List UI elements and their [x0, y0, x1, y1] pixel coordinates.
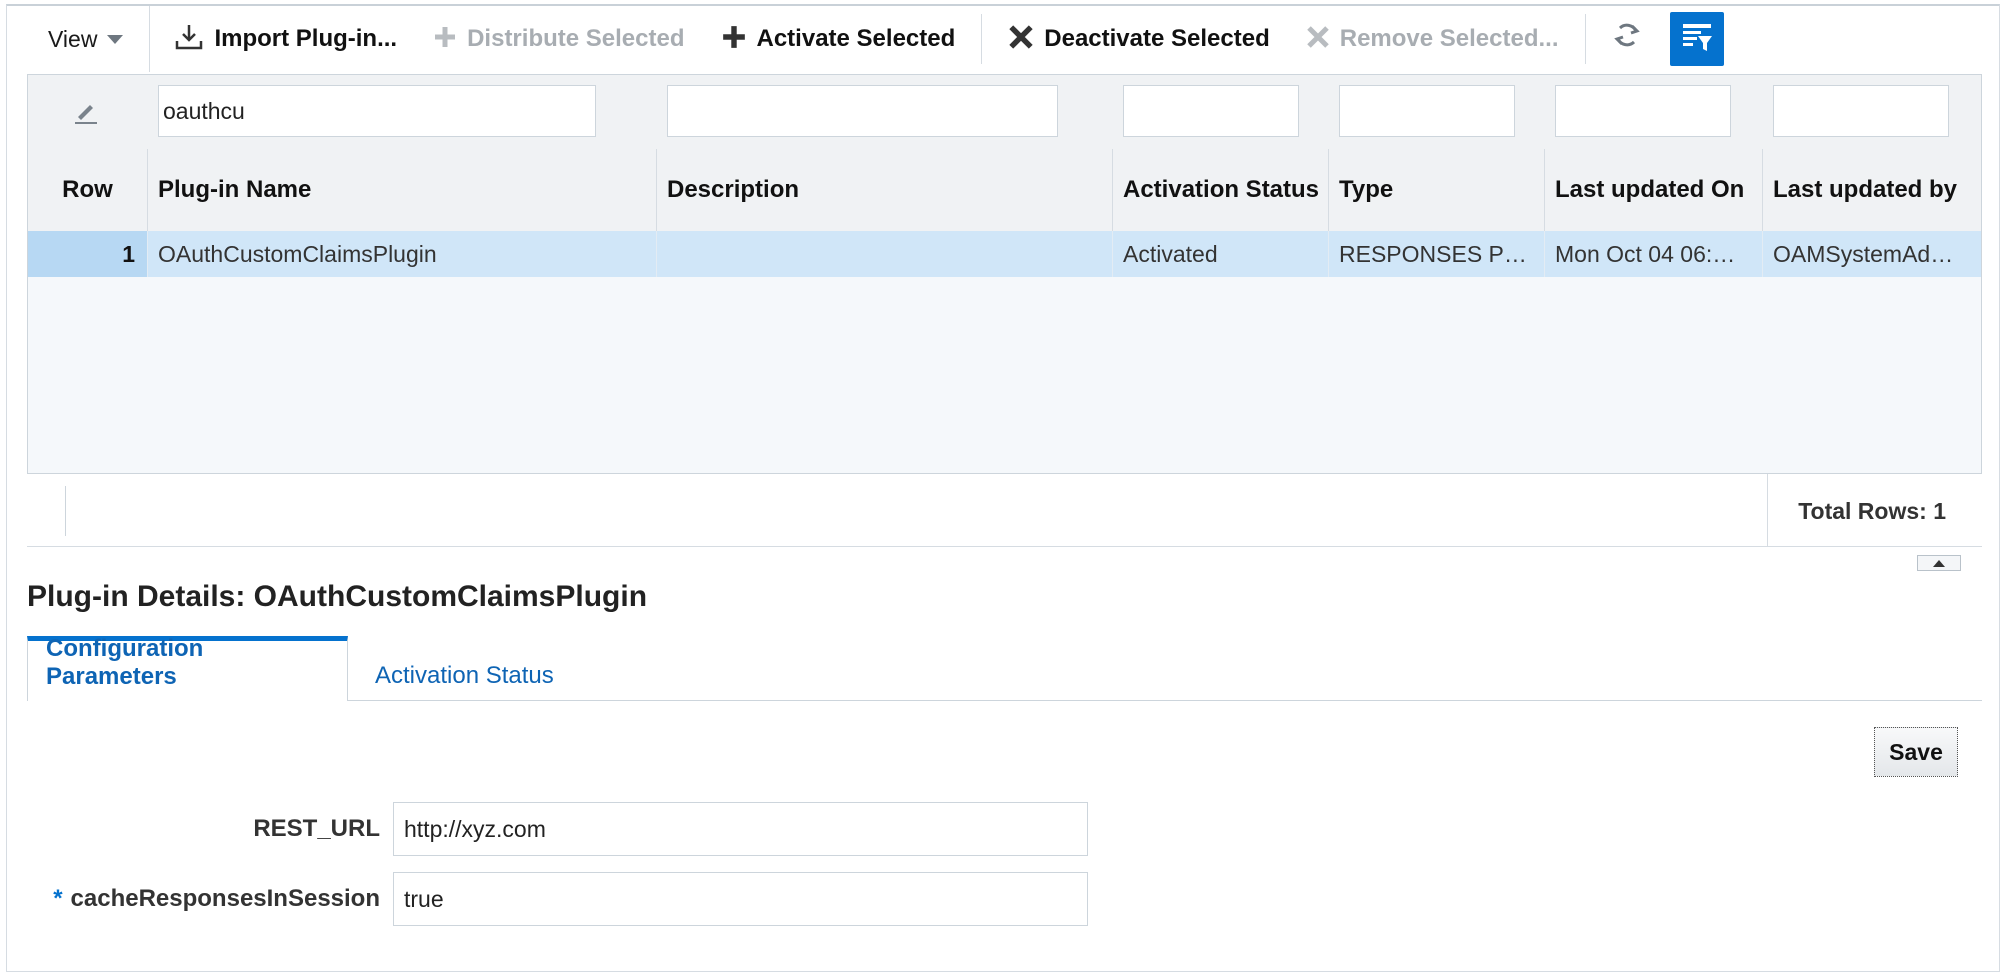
- type-filter-input[interactable]: [1339, 85, 1515, 137]
- cell-activation-status: Activated: [1113, 231, 1329, 277]
- view-menu-label: View: [48, 25, 98, 52]
- import-plugin-button[interactable]: Import Plug-in...: [156, 6, 415, 72]
- cell-plugin-name: OAuthCustomClaimsPlugin: [148, 231, 657, 277]
- remove-selected-button[interactable]: Remove Selected...: [1288, 6, 1577, 72]
- download-icon: [174, 23, 204, 55]
- total-rows: Total Rows: 1: [1798, 498, 1946, 524]
- table-row[interactable]: 1 OAuthCustomClaimsPlugin Activated RESP…: [28, 231, 1981, 277]
- close-icon: [1008, 24, 1034, 54]
- tab-configuration-parameters[interactable]: Configuration Parameters: [27, 635, 348, 701]
- cell-description: [657, 231, 1113, 277]
- remove-selected-label: Remove Selected...: [1339, 25, 1559, 52]
- query-by-example-button[interactable]: [1669, 12, 1724, 66]
- activate-selected-button[interactable]: Activate Selected: [703, 6, 974, 72]
- save-button[interactable]: Save: [1874, 727, 1958, 777]
- toolbar-separator: [1584, 14, 1586, 64]
- footer-divider: [65, 486, 66, 536]
- refresh-icon[interactable]: [1594, 20, 1660, 58]
- cell-last-updated-by: OAMSystemAd…: [1773, 240, 1954, 267]
- deactivate-selected-button[interactable]: Deactivate Selected: [990, 6, 1287, 72]
- plugin-details-title: Plug-in Details: OAuthCustomClaimsPlugin: [27, 580, 648, 613]
- column-header-last-updated-on[interactable]: Last updated On: [1545, 149, 1763, 231]
- column-header-type[interactable]: Type: [1329, 149, 1545, 231]
- required-indicator: *: [53, 885, 63, 912]
- column-header-description[interactable]: Description: [657, 149, 1113, 231]
- plus-icon: [433, 25, 457, 53]
- column-header-row[interactable]: Row: [28, 149, 148, 231]
- filter-row: oauthcu: [28, 75, 1981, 150]
- toolbar-separator: [981, 14, 983, 64]
- plugin-name-filter-input[interactable]: oauthcu: [158, 85, 596, 137]
- cell-type: RESPONSES P…: [1329, 231, 1545, 277]
- activation-status-filter-input[interactable]: [1123, 85, 1299, 137]
- deactivate-selected-label: Deactivate Selected: [1044, 25, 1270, 52]
- rest-url-label: REST_URL: [245, 815, 380, 843]
- activate-selected-label: Activate Selected: [756, 25, 956, 52]
- close-icon: [1306, 25, 1330, 53]
- table-header: Row Plug-in Name Description Activation …: [28, 149, 1981, 232]
- rest-url-label-text: REST_URL: [253, 815, 380, 842]
- query-by-example-icon: [1680, 20, 1714, 59]
- column-header-activation-status[interactable]: Activation Status: [1113, 149, 1329, 231]
- details-tabs: Configuration Parameters Activation Stat…: [27, 635, 1982, 701]
- cache-responses-field[interactable]: true: [393, 872, 1088, 926]
- column-header-plugin-name[interactable]: Plug-in Name: [148, 149, 657, 231]
- table-footer: Total Rows: 1: [27, 474, 1982, 547]
- rest-url-field[interactable]: http://xyz.com: [393, 802, 1088, 856]
- plugins-table: oauthcu Row Plug-in Name Description Act…: [27, 74, 1982, 474]
- chevron-down-icon: [107, 34, 124, 44]
- cache-responses-label: * cacheResponsesInSession: [53, 885, 380, 913]
- description-filter-input[interactable]: [667, 85, 1058, 137]
- clear-filter-icon[interactable]: [72, 97, 100, 132]
- import-plugin-label: Import Plug-in...: [214, 25, 398, 52]
- cell-last-updated-on: Mon Oct 04 06:…: [1545, 231, 1763, 277]
- last-updated-by-filter-input[interactable]: [1773, 85, 1949, 137]
- plus-icon: [721, 24, 747, 54]
- distribute-selected-label: Distribute Selected: [467, 25, 685, 52]
- toolbar: View Import Plug-in... Distribute Select…: [22, 6, 1982, 72]
- tab-activation-status[interactable]: Activation Status: [357, 636, 572, 700]
- column-header-last-updated-by[interactable]: Last updated by: [1763, 149, 1981, 231]
- footer-divider: [1767, 474, 1768, 546]
- distribute-selected-button[interactable]: Distribute Selected: [415, 6, 702, 72]
- last-updated-on-filter-input[interactable]: [1555, 85, 1731, 137]
- row-number: 1: [28, 231, 148, 277]
- view-menu[interactable]: View: [22, 6, 151, 72]
- collapse-panel-button[interactable]: [1917, 555, 1961, 571]
- cache-responses-label-text: cacheResponsesInSession: [70, 885, 380, 912]
